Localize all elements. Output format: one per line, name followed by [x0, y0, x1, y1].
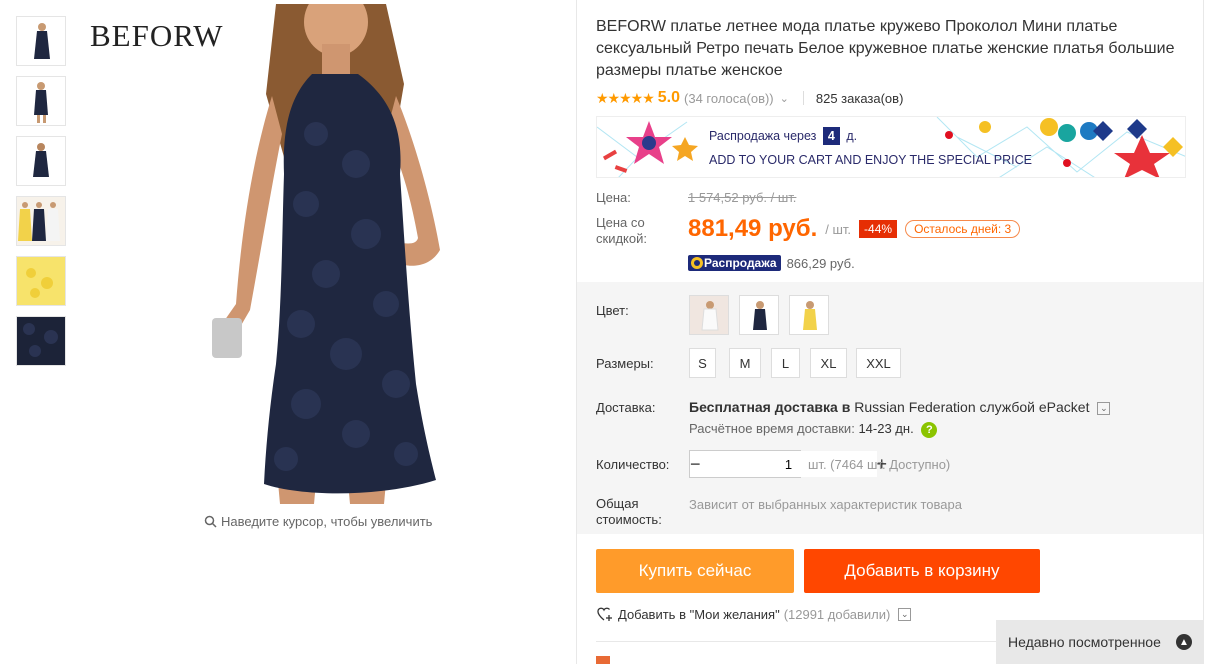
color-swatch-navy[interactable]	[739, 295, 779, 335]
discount-price: 881,49 руб.	[688, 215, 818, 242]
brand-logo: BEFORW	[90, 18, 224, 53]
sale-days-badge: 4	[822, 127, 840, 145]
zoom-hint-text: Наведите курсор, чтобы увеличить	[221, 514, 433, 529]
thumbnail-5[interactable]	[16, 256, 66, 306]
sale-price: 866,29 руб.	[786, 255, 855, 271]
divider	[802, 91, 804, 105]
sale-price-row: Распродажа 866,29 руб.	[688, 255, 1186, 271]
original-price: 1 574,52 руб. / шт.	[688, 190, 797, 205]
color-swatch-white[interactable]	[689, 295, 729, 335]
sale-countdown: Распродажа через 4 д.	[709, 127, 857, 145]
star-rating-icon: ★★★★★	[596, 89, 655, 106]
price-block: Цена: 1 574,52 руб. / шт. Цена со скидко…	[596, 190, 1186, 271]
delivery-time: Расчётное время доставки: 14-23 дн. ?	[689, 421, 938, 438]
recently-viewed-button[interactable]: Недавно посмотренное ▲	[996, 620, 1204, 664]
delivery-time-value: 14-23 дн.	[858, 421, 914, 436]
discount-badge: -44%	[859, 220, 898, 238]
days-left-badge: Осталось дней: 3	[905, 220, 1021, 238]
total-label: Общая стоимость:	[596, 496, 662, 527]
chevron-down-icon[interactable]: ⌄	[780, 92, 789, 105]
protection-icon	[596, 656, 610, 664]
original-price-row: Цена: 1 574,52 руб. / шт.	[596, 190, 1186, 206]
product-info: BEFORW платье летнее мода платье кружево…	[596, 16, 1186, 108]
chevron-down-icon[interactable]: ⌄	[1097, 401, 1111, 415]
size-xxl-button[interactable]: XXL	[856, 348, 901, 378]
price-label: Цена:	[596, 190, 631, 205]
heart-plus-icon	[597, 607, 612, 621]
quantity-decrease-button[interactable]: −	[690, 451, 701, 477]
quantity-available: шт. (7464 шт. Доступно)	[808, 457, 951, 472]
discount-price-label: Цена со скидкой:	[596, 215, 647, 246]
total-price-note: Зависит от выбранных характеристик товар…	[689, 497, 962, 512]
quantity-stepper: − +	[689, 450, 887, 478]
sale-banner[interactable]: Распродажа через 4 д. ADD TO YOUR CART A…	[596, 116, 1186, 178]
color-label: Цвет:	[596, 303, 629, 318]
chevron-up-icon: ▲	[1176, 634, 1192, 650]
chevron-down-icon[interactable]: ⌄	[898, 607, 912, 621]
sale-badge-label: Распродажа	[704, 256, 777, 270]
magnifier-icon	[204, 515, 217, 528]
right-edge-divider	[1203, 0, 1204, 664]
size-l-button[interactable]: L	[771, 348, 800, 378]
shipping-country: Russian Federation	[854, 399, 976, 415]
color-swatch-yellow[interactable]	[789, 295, 829, 335]
zoom-hint: Наведите курсор, чтобы увеличить	[204, 514, 432, 529]
thumbnail-1[interactable]	[16, 16, 66, 66]
sun-icon	[691, 257, 703, 269]
help-icon[interactable]: ?	[921, 421, 938, 438]
delivery-time-label: Расчётное время доставки:	[689, 421, 855, 436]
discount-price-row: Цена со скидкой: 881,49 руб. / шт. -44% …	[596, 215, 1186, 247]
size-xl-button[interactable]: XL	[810, 348, 847, 378]
shipping-label: Доставка:	[596, 400, 656, 415]
wishlist-label[interactable]: Добавить в "Мои желания"	[618, 607, 780, 622]
buy-now-button[interactable]: Купить сейчас	[596, 549, 794, 593]
wishlist-count: (12991 добавили)	[783, 606, 891, 622]
rating-row: ★★★★★ 5.0 (34 голоса(ов)) ⌄ 825 заказа(о…	[596, 88, 1186, 108]
thumbnail-6[interactable]	[16, 316, 66, 366]
recently-viewed-label: Недавно посмотренное	[1008, 634, 1161, 650]
thumbnail-list	[16, 16, 66, 376]
thumbnail-3[interactable]	[16, 136, 66, 186]
votes-link[interactable]: (34 голоса(ов))	[684, 91, 774, 106]
shipping-method[interactable]: Бесплатная доставка в Russian Federation…	[689, 399, 1111, 415]
shipping-carrier: службой ePacket	[979, 399, 1090, 415]
sale-days-suffix: д.	[846, 129, 858, 143]
per-unit: / шт.	[825, 221, 852, 237]
sale-subtitle: ADD TO YOUR CART AND ENJOY THE SPECIAL P…	[709, 153, 1033, 167]
divider	[596, 641, 996, 642]
shipping-free-text: Бесплатная доставка в	[689, 399, 851, 415]
rating-value: 5.0	[657, 89, 681, 106]
product-title: BEFORW платье летнее мода платье кружево…	[596, 18, 1175, 79]
sale-badge: Распродажа	[688, 255, 781, 271]
add-to-cart-button[interactable]: Добавить в корзину	[804, 549, 1040, 593]
quantity-label: Количество:	[596, 457, 670, 472]
orders-count: 825 заказа(ов)	[815, 90, 904, 106]
size-label: Размеры:	[596, 356, 654, 371]
wishlist-row[interactable]: Добавить в "Мои желания" (12991 добавили…	[596, 606, 912, 622]
thumbnail-4[interactable]	[16, 196, 66, 246]
main-product-image[interactable]	[86, 4, 558, 504]
size-m-button[interactable]: M	[729, 348, 761, 378]
size-s-button[interactable]: S	[689, 348, 716, 378]
thumbnail-2[interactable]	[16, 76, 66, 126]
sale-countdown-label: Распродажа через	[709, 129, 817, 143]
